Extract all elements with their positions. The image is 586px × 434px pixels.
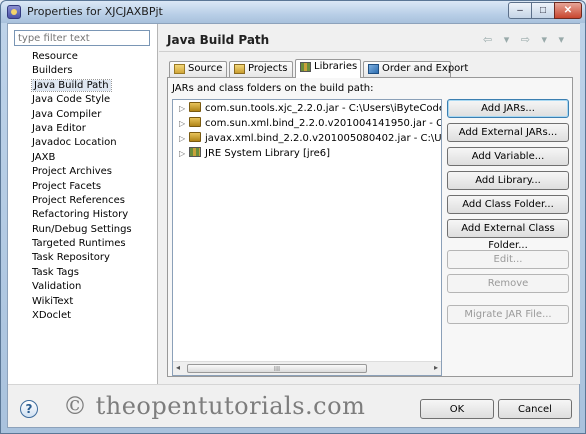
sidebar-item-java-editor[interactable]: Java Editor xyxy=(8,122,158,136)
dialog-footer: ? © theopentutorials.com OK Cancel xyxy=(8,384,579,427)
window-title: Properties for XJCJAXBPjt xyxy=(27,5,163,18)
cancel-button[interactable]: Cancel xyxy=(498,399,572,419)
sidebar: Resource Builders Java Build Path Java C… xyxy=(8,24,158,384)
list-item[interactable]: ▷ JRE System Library [jre6] xyxy=(179,147,330,161)
edit-button[interactable]: Edit... xyxy=(447,250,569,269)
list-item[interactable]: ▷ javax.xml.bind_2.2.0.v201005080402.jar … xyxy=(179,132,441,146)
sidebar-item-run-debug-settings[interactable]: Run/Debug Settings xyxy=(8,223,158,237)
sidebar-item-java-compiler[interactable]: Java Compiler xyxy=(8,108,158,122)
maximize-button[interactable]: □ xyxy=(531,2,555,19)
title-divider xyxy=(159,51,580,52)
tab-source[interactable]: Source xyxy=(169,61,227,77)
add-external-class-folder-button[interactable]: Add External Class Folder... xyxy=(447,219,569,251)
sidebar-item-jaxb[interactable]: JAXB xyxy=(8,151,158,165)
list-item[interactable]: ▷ com.sun.xml.bind_2.2.0.v201004141950.ja… xyxy=(179,117,441,131)
order-export-icon xyxy=(368,64,379,74)
expand-arrow-icon[interactable]: ▷ xyxy=(179,147,189,161)
migrate-jar-button[interactable]: Migrate JAR File... xyxy=(447,305,569,324)
sidebar-item-builders[interactable]: Builders xyxy=(8,64,158,78)
add-class-folder-button[interactable]: Add Class Folder... xyxy=(447,195,569,214)
property-page-list: Resource Builders Java Build Path Java C… xyxy=(8,50,158,323)
title-bar[interactable]: Properties for XJCJAXBPjt – □ ✕ xyxy=(1,1,585,23)
watermark-text: © theopentutorials.com xyxy=(63,392,366,420)
help-icon[interactable]: ? xyxy=(20,400,38,418)
jar-icon xyxy=(189,102,201,112)
build-path-tree[interactable]: ▷ com.sun.tools.xjc_2.2.0.jar - C:\Users\… xyxy=(172,99,442,376)
libraries-tab-panel: JARs and class folders on the build path… xyxy=(167,77,573,377)
dialog-client-area: Resource Builders Java Build Path Java C… xyxy=(7,23,580,428)
sidebar-item-targeted-runtimes[interactable]: Targeted Runtimes xyxy=(8,237,158,251)
tab-projects[interactable]: Projects xyxy=(229,61,293,77)
history-nav-arrows[interactable]: ⇦ ▾ ⇨ ▾ ▾ xyxy=(483,33,568,46)
sidebar-item-validation[interactable]: Validation xyxy=(8,280,158,294)
sidebar-item-task-repository[interactable]: Task Repository xyxy=(8,251,158,265)
libraries-icon xyxy=(300,62,311,72)
remove-button[interactable]: Remove xyxy=(447,274,569,293)
sidebar-item-java-code-style[interactable]: Java Code Style xyxy=(8,93,158,107)
add-external-jars-button[interactable]: Add External JARs... xyxy=(447,123,569,142)
jar-icon xyxy=(189,117,201,127)
library-icon xyxy=(189,147,201,157)
sidebar-item-wikitext[interactable]: WikiText xyxy=(8,295,158,309)
expand-arrow-icon[interactable]: ▷ xyxy=(179,117,189,131)
expand-arrow-icon[interactable]: ▷ xyxy=(179,132,189,146)
sidebar-item-project-facets[interactable]: Project Facets xyxy=(8,180,158,194)
scroll-right-icon[interactable]: ▸ xyxy=(434,363,438,372)
tab-libraries[interactable]: Libraries xyxy=(295,59,361,78)
sidebar-item-javadoc-location[interactable]: Javadoc Location xyxy=(8,136,158,150)
page-title: Java Build Path xyxy=(167,33,270,47)
sidebar-item-java-build-path[interactable]: Java Build Path xyxy=(8,78,158,93)
jar-icon xyxy=(189,132,201,142)
add-jars-button[interactable]: Add JARs... xyxy=(447,99,569,118)
scroll-left-icon[interactable]: ◂ xyxy=(176,363,180,372)
add-variable-button[interactable]: Add Variable... xyxy=(447,147,569,166)
sidebar-item-resource[interactable]: Resource xyxy=(8,50,158,64)
properties-app-icon xyxy=(7,5,21,19)
projects-icon xyxy=(234,64,245,74)
sidebar-item-project-references[interactable]: Project References xyxy=(8,194,158,208)
filter-input[interactable] xyxy=(14,30,150,46)
tab-order-and-export[interactable]: Order and Export xyxy=(363,61,468,77)
minimize-button[interactable]: – xyxy=(508,2,532,19)
sidebar-item-project-archives[interactable]: Project Archives xyxy=(8,165,158,179)
list-item[interactable]: ▷ com.sun.tools.xjc_2.2.0.jar - C:\Users\… xyxy=(179,102,441,116)
sidebar-item-task-tags[interactable]: Task Tags xyxy=(8,266,158,280)
properties-dialog: Properties for XJCJAXBPjt – □ ✕ Resource… xyxy=(0,0,586,434)
horizontal-scrollbar[interactable]: ◂ III ▸ xyxy=(173,361,441,375)
add-library-button[interactable]: Add Library... xyxy=(447,171,569,190)
ok-button[interactable]: OK xyxy=(420,399,494,419)
source-folder-icon xyxy=(174,64,185,74)
property-page: Java Build Path ⇦ ▾ ⇨ ▾ ▾ Source Project… xyxy=(159,24,580,384)
close-button[interactable]: ✕ xyxy=(554,2,582,19)
libraries-caption: JARs and class folders on the build path… xyxy=(172,83,374,94)
scrollbar-thumb[interactable]: III xyxy=(187,364,367,373)
sidebar-item-xdoclet[interactable]: XDoclet xyxy=(8,309,158,323)
expand-arrow-icon[interactable]: ▷ xyxy=(179,102,189,116)
sidebar-item-refactoring-history[interactable]: Refactoring History xyxy=(8,208,158,222)
